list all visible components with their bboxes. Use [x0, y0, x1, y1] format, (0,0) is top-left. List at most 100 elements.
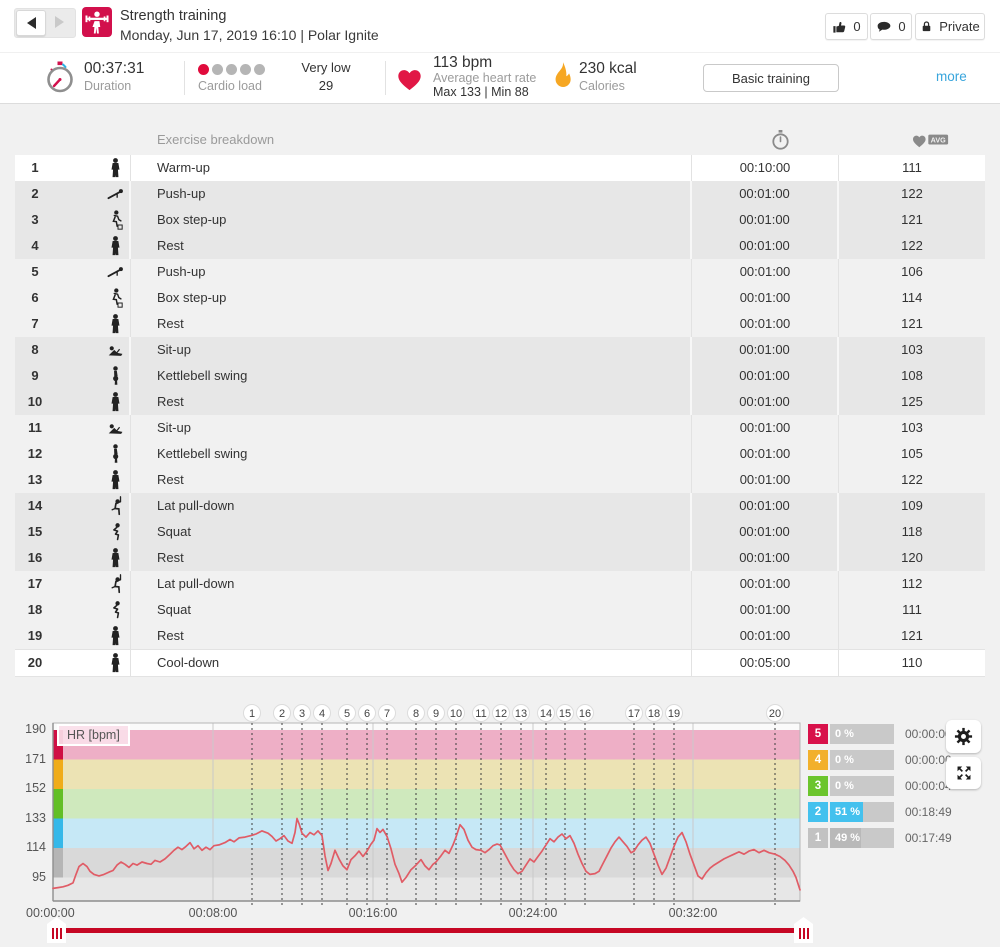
comment-icon: [876, 20, 892, 34]
exercise-name: Lat pull-down: [157, 498, 234, 513]
table-row: 1 Warm-up 00:10:00 111: [15, 155, 985, 181]
exercise-avg-hr: 120: [901, 550, 923, 565]
table-row: 8 Sit-up 00:01:00 103: [15, 337, 985, 363]
avg-hr-label: Average heart rate: [433, 71, 536, 85]
row-number: 11: [15, 415, 55, 441]
exercise-avg-hr: 103: [901, 420, 923, 435]
exercise-name: Rest: [157, 238, 184, 253]
band-below-zones: [53, 877, 800, 901]
forward-arrow-icon: [55, 16, 64, 28]
table-row: 2 Push-up 00:01:00 122: [15, 181, 985, 207]
like-button[interactable]: 0: [825, 13, 868, 40]
table-header: Exercise breakdown AVG: [15, 124, 985, 155]
exercise-name: Rest: [157, 472, 184, 487]
exercise-avg-hr: 108: [901, 368, 923, 383]
exercise-icon-boxstep: [107, 288, 124, 308]
exercise-name: Box step-up: [157, 290, 226, 305]
zone-number: 3: [808, 776, 828, 796]
back-button[interactable]: [16, 10, 46, 36]
exercise-icon-pushup: [107, 262, 124, 282]
exercise-duration: 00:01:00: [740, 628, 791, 643]
phase-marker-label: 2: [279, 708, 285, 720]
history-nav: [14, 8, 76, 38]
y-tick-label: 190: [0, 722, 46, 736]
exercise-avg-hr: 112: [902, 576, 923, 591]
exercise-icon-kettlebell: [107, 444, 124, 464]
exercise-name: Rest: [157, 550, 184, 565]
exercise-name: Push-up: [157, 264, 205, 279]
divider: [184, 61, 185, 95]
zone-strip-1: [53, 848, 63, 877]
exercise-icon-person: [107, 236, 124, 256]
exercise-icon-squat: [107, 522, 124, 542]
zone-percent: 0 %: [830, 780, 854, 792]
cardio-load-value: 29: [292, 77, 360, 95]
exercise-icon-person: [107, 470, 124, 490]
exercise-duration: 00:01:00: [739, 498, 790, 513]
exercise-duration: 00:01:00: [740, 446, 791, 461]
exercise-avg-hr: 125: [901, 394, 923, 409]
x-tick-label: 00:16:00: [349, 906, 398, 920]
privacy-button[interactable]: Private: [915, 13, 985, 40]
table-row: 11 Sit-up 00:01:00 103: [15, 415, 985, 441]
exercise-duration: 00:10:00: [740, 160, 791, 175]
exercise-icon-person: [107, 626, 124, 646]
zone-bar: 51 %: [830, 802, 894, 822]
zone-bar: 49 %: [830, 828, 894, 848]
x-tick-label: 00:00:00: [26, 906, 75, 920]
zone-strip-2: [53, 818, 63, 847]
row-number: 16: [15, 545, 55, 571]
chart-settings-button[interactable]: [946, 720, 981, 753]
row-number: 12: [15, 441, 55, 467]
privacy-label: Private: [939, 19, 979, 34]
exercise-avg-hr: 103: [901, 342, 923, 357]
lock-icon: [920, 19, 933, 34]
like-count: 0: [853, 19, 860, 34]
exercise-breakdown-table: 1 Warm-up 00:10:00 111 2 Push-up 00:01:0…: [15, 155, 985, 677]
hr-zone-row-1: 1 49 % 00:17:49: [808, 828, 952, 848]
exercise-duration: 00:01:00: [739, 238, 790, 253]
heart-icon: [394, 64, 425, 92]
top-bar: Strength training Monday, Jun 17, 2019 1…: [0, 0, 1000, 52]
comment-button[interactable]: 0: [870, 13, 912, 40]
exercise-icon-latpull: [107, 574, 124, 594]
exercise-name: Kettlebell swing: [157, 368, 247, 383]
zone-number: 5: [808, 724, 828, 744]
exercise-avg-hr: 121: [901, 316, 923, 331]
row-number: 4: [15, 233, 55, 259]
table-row: 18 Squat 00:01:00 111: [15, 597, 985, 623]
table-row: 16 Rest 00:01:00 120: [15, 545, 985, 571]
timeline-scrollbar[interactable]: [57, 928, 803, 933]
phase-marker-label: 7: [384, 708, 390, 720]
back-arrow-icon: [27, 17, 36, 29]
phase-marker-label: 12: [495, 708, 507, 720]
exercise-name: Rest: [157, 628, 184, 643]
grip-icon: [52, 928, 63, 939]
exercise-avg-hr: 121: [901, 628, 923, 643]
exercise-duration: 00:01:00: [739, 524, 790, 539]
forward-button[interactable]: [45, 10, 73, 34]
chart-fullscreen-button[interactable]: [946, 757, 981, 789]
exercise-duration: 00:01:00: [739, 394, 790, 409]
y-tick-label: 114: [0, 840, 46, 854]
more-link[interactable]: more: [936, 69, 967, 84]
phase-marker-label: 17: [628, 708, 640, 720]
exercise-name: Squat: [157, 524, 191, 539]
exercise-avg-hr: 106: [901, 264, 923, 279]
table-row: 5 Push-up 00:01:00 106: [15, 259, 985, 285]
exercise-avg-hr: 122: [901, 238, 923, 253]
table-row: 15 Squat 00:01:00 118: [15, 519, 985, 545]
exercise-icon-person: [107, 548, 124, 568]
table-header-label: Exercise breakdown: [157, 124, 274, 155]
phase-marker-label: 18: [648, 708, 660, 720]
phase-marker-label: 16: [579, 708, 591, 720]
exercise-avg-hr: 111: [902, 160, 922, 175]
training-benefit-button[interactable]: Basic training: [703, 64, 839, 92]
session-subtitle: Monday, Jun 17, 2019 16:10 | Polar Ignit…: [120, 26, 379, 45]
phase-marker-label: 8: [413, 708, 419, 720]
exercise-duration: 00:05:00: [740, 655, 791, 670]
hr-zone-band-4: [53, 759, 800, 788]
zone-percent: 0 %: [830, 754, 854, 766]
zone-bar: 0 %: [830, 724, 894, 744]
exercise-duration: 00:01:00: [739, 186, 790, 201]
